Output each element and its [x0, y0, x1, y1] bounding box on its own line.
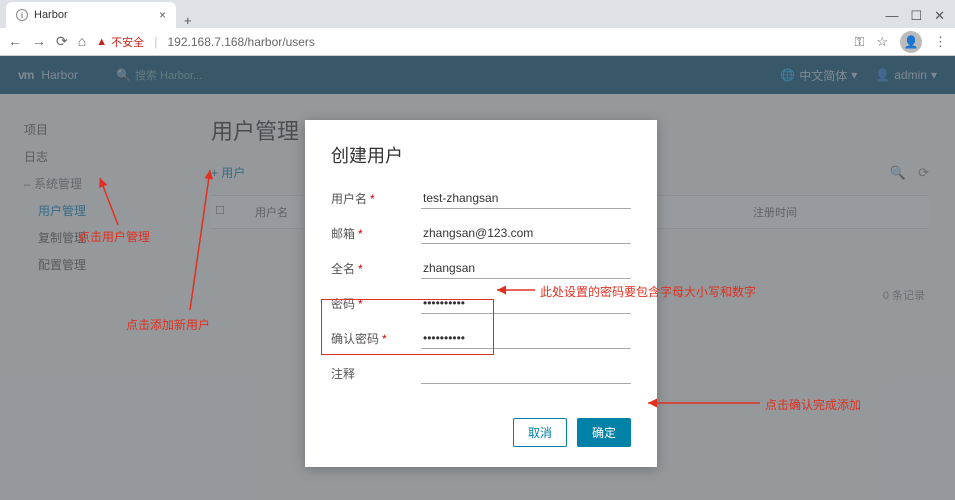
tab-favicon: i [16, 9, 28, 21]
new-tab-button[interactable]: + [176, 13, 200, 28]
browser-tabs: i Harbor × + — ☐ ✕ [0, 0, 955, 28]
browser-tab[interactable]: i Harbor × [6, 2, 176, 28]
nav-back-icon[interactable]: ← [8, 33, 22, 50]
fullname-label: 全名* [331, 260, 421, 277]
confirm-password-label: 确认密码* [331, 330, 421, 347]
key-icon[interactable]: ⚿ [854, 34, 864, 50]
email-input[interactable] [421, 223, 631, 244]
ok-button[interactable]: 确定 [577, 418, 631, 447]
window-min-icon[interactable]: — [885, 8, 898, 24]
username-input[interactable] [421, 188, 631, 209]
browser-address-bar: ← → ⟳ ⌂ ▲ 不安全 | 192.168.7.168/harbor/use… [0, 28, 955, 56]
nav-reload-icon[interactable]: ⟳ [56, 33, 68, 50]
profile-avatar-icon[interactable]: 👤 [900, 31, 922, 53]
modal-title: 创建用户 [331, 142, 631, 168]
url-text[interactable]: 192.168.7.168/harbor/users [167, 35, 314, 49]
window-close-icon[interactable]: ✕ [934, 8, 945, 24]
tab-title: Harbor [34, 9, 153, 21]
username-label: 用户名* [331, 190, 421, 207]
warning-icon: ▲ [96, 36, 107, 48]
tab-close-icon[interactable]: × [159, 8, 166, 22]
password-label: 密码* [331, 295, 421, 312]
password-input[interactable] [421, 293, 631, 314]
cancel-button[interactable]: 取消 [513, 418, 567, 447]
menu-icon[interactable]: ⋮ [934, 34, 947, 50]
email-label: 邮箱* [331, 225, 421, 242]
nav-forward-icon[interactable]: → [32, 33, 46, 50]
window-max-icon[interactable]: ☐ [910, 8, 922, 24]
create-user-modal: 创建用户 用户名* 邮箱* 全名* 密码* 确认密码* 注释 取消 确定 [305, 120, 657, 467]
confirm-password-input[interactable] [421, 328, 631, 349]
comment-input[interactable] [421, 363, 631, 384]
star-icon[interactable]: ☆ [876, 34, 888, 50]
fullname-input[interactable] [421, 258, 631, 279]
insecure-badge: ▲ 不安全 [96, 34, 144, 50]
comment-label: 注释 [331, 365, 421, 382]
nav-home-icon[interactable]: ⌂ [78, 33, 86, 50]
